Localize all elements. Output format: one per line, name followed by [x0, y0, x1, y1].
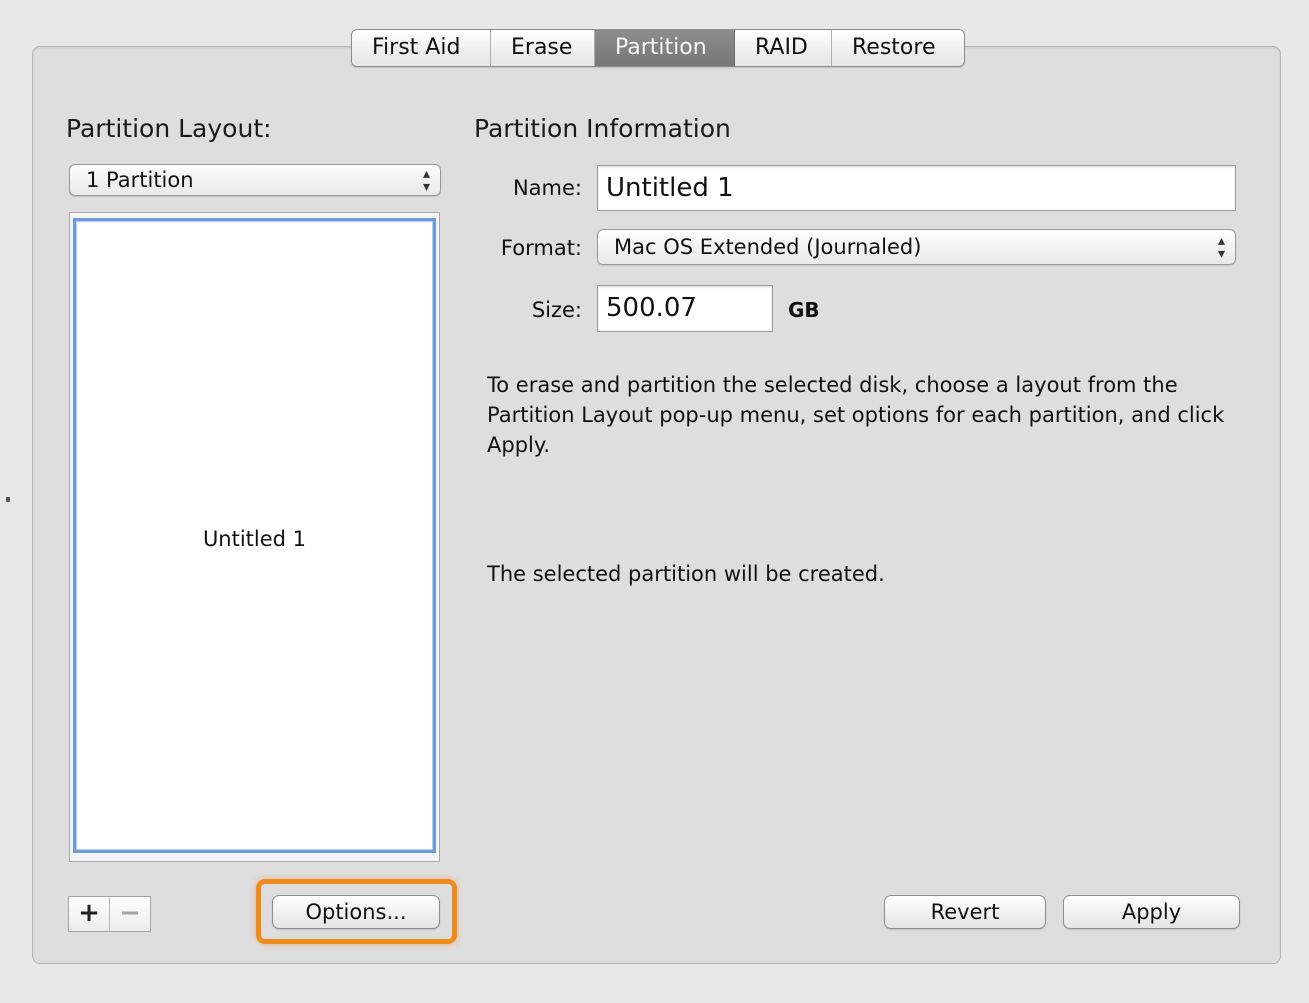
add-remove-group: + −	[68, 896, 151, 932]
name-label: Name:	[512, 176, 582, 200]
mouse-cursor-icon	[6, 497, 10, 502]
partition-layout-heading: Partition Layout:	[66, 114, 272, 143]
instructions-text: To erase and partition the selected disk…	[487, 373, 1225, 457]
format-value: Mac OS Extended (Journaled)	[614, 235, 922, 259]
status-text: The selected partition will be created.	[487, 562, 885, 586]
partition-map: Untitled 1	[69, 212, 440, 862]
remove-partition-button[interactable]: −	[110, 897, 150, 931]
options-button[interactable]: Options...	[272, 895, 440, 929]
partition-block-label: Untitled 1	[202, 527, 307, 551]
add-partition-button[interactable]: +	[69, 897, 110, 931]
apply-button[interactable]: Apply	[1063, 895, 1240, 929]
tab-restore[interactable]: Restore	[832, 30, 964, 66]
size-unit-label: GB	[788, 298, 820, 322]
size-field[interactable]: 500.07	[597, 285, 773, 332]
disk-utility-window: First Aid Erase Partition RAID Restore P…	[0, 0, 1309, 1003]
format-popup[interactable]: Mac OS Extended (Journaled) ▴ ▾	[597, 229, 1236, 265]
partition-block[interactable]: Untitled 1	[73, 218, 436, 853]
partition-layout-popup[interactable]: 1 Partition ▴ ▾	[69, 164, 441, 196]
popup-arrows-icon: ▴ ▾	[422, 166, 430, 195]
size-label: Size:	[531, 298, 582, 322]
tab-first-aid[interactable]: First Aid	[352, 30, 491, 66]
tab-erase[interactable]: Erase	[491, 30, 595, 66]
tab-partition[interactable]: Partition	[595, 30, 735, 66]
name-field[interactable]: Untitled 1	[597, 165, 1236, 211]
popup-arrows-icon: ▴ ▾	[1217, 233, 1225, 262]
revert-button[interactable]: Revert	[884, 895, 1046, 929]
tab-raid[interactable]: RAID	[735, 30, 832, 66]
partition-layout-value: 1 Partition	[86, 168, 194, 192]
format-label: Format:	[500, 236, 582, 260]
partition-information-heading: Partition Information	[474, 114, 731, 143]
tab-bar: First Aid Erase Partition RAID Restore	[351, 29, 965, 67]
